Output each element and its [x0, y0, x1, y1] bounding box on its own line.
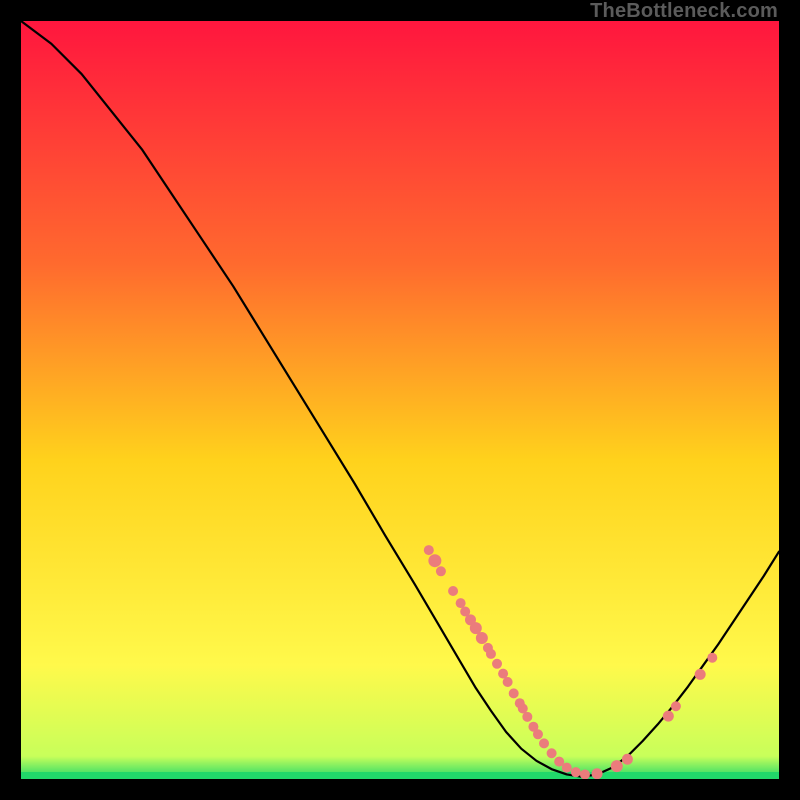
data-dot	[492, 659, 502, 669]
data-dot	[424, 545, 434, 555]
data-dot	[503, 677, 513, 687]
chart-frame: TheBottleneck.com	[0, 0, 800, 800]
green-baseline	[21, 772, 779, 779]
data-dot	[695, 669, 706, 680]
data-dot	[547, 748, 557, 758]
data-dot	[428, 554, 441, 567]
data-dot	[533, 729, 543, 739]
data-dot	[592, 768, 603, 779]
data-dot	[448, 586, 458, 596]
data-dot	[707, 653, 717, 663]
plot-svg	[21, 21, 779, 779]
data-dot	[476, 632, 488, 644]
data-dot	[611, 760, 623, 772]
data-dot	[571, 767, 581, 777]
data-dot	[509, 688, 519, 698]
data-dot	[671, 701, 681, 711]
data-dot	[522, 712, 532, 722]
data-dot	[539, 738, 549, 748]
data-dot	[580, 769, 590, 779]
data-dot	[486, 649, 496, 659]
data-dot	[622, 754, 633, 765]
data-dot	[663, 711, 674, 722]
data-dot	[436, 566, 446, 576]
watermark-text: TheBottleneck.com	[590, 0, 778, 23]
data-dot	[562, 763, 572, 773]
gradient-background	[21, 21, 779, 779]
